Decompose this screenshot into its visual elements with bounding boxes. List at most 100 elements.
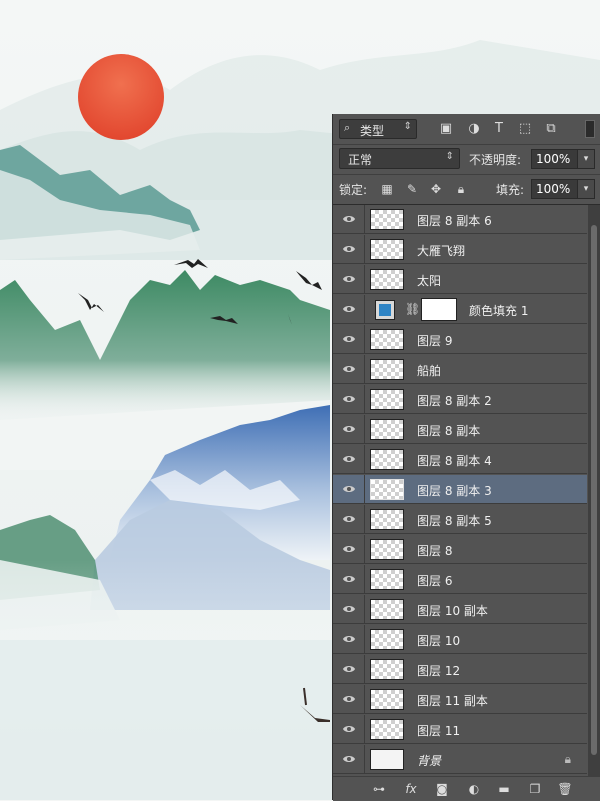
visibility-eye-icon[interactable] bbox=[333, 475, 365, 504]
layer-row[interactable]: 图层 11 bbox=[333, 715, 587, 744]
visibility-eye-icon[interactable] bbox=[333, 565, 365, 594]
trash-icon[interactable]: 🗑︎ bbox=[557, 781, 573, 797]
chevron-down-icon[interactable]: ▾ bbox=[577, 150, 594, 168]
layer-row[interactable]: 图层 10 bbox=[333, 625, 587, 654]
opacity-value: 100% bbox=[536, 152, 571, 166]
layer-name: 背景 bbox=[417, 754, 442, 768]
layer-mask-thumbnail[interactable] bbox=[421, 298, 457, 321]
visibility-eye-icon[interactable] bbox=[333, 655, 365, 684]
layer-name: 图层 9 bbox=[417, 334, 453, 348]
layer-thumbnail[interactable] bbox=[370, 569, 404, 590]
layer-row[interactable]: 图层 8 副本 5 bbox=[333, 505, 587, 534]
layer-thumbnail[interactable] bbox=[370, 479, 404, 500]
adjustment-filter-icon[interactable]: ◑ bbox=[466, 121, 482, 137]
layer-row[interactable]: 图层 10 副本 bbox=[333, 595, 587, 624]
new-layer-icon[interactable]: ❐ bbox=[527, 781, 543, 797]
layer-thumbnail[interactable] bbox=[370, 389, 404, 410]
visibility-eye-icon[interactable] bbox=[333, 355, 365, 384]
layer-name: 图层 10 bbox=[417, 634, 461, 648]
kind-filter-label: 类型 bbox=[360, 124, 385, 138]
layer-row[interactable]: 图层 8 副本 6 bbox=[333, 205, 587, 234]
visibility-eye-icon[interactable] bbox=[333, 505, 365, 534]
layer-row[interactable]: 图层 6 bbox=[333, 565, 587, 594]
layer-row[interactable]: 图层 11 副本 bbox=[333, 685, 587, 714]
layer-row[interactable]: 太阳 bbox=[333, 265, 587, 294]
layer-thumbnail[interactable] bbox=[370, 329, 404, 350]
fx-icon[interactable]: fx bbox=[403, 781, 419, 797]
visibility-eye-icon[interactable] bbox=[333, 385, 365, 414]
visibility-eye-icon[interactable] bbox=[333, 235, 365, 264]
visibility-eye-icon[interactable] bbox=[333, 205, 365, 234]
type-filter-icon[interactable]: T bbox=[491, 121, 507, 137]
visibility-eye-icon[interactable] bbox=[333, 625, 365, 654]
visibility-eye-icon[interactable] bbox=[333, 595, 365, 624]
fill-field[interactable]: 100% ▾ bbox=[531, 179, 595, 199]
layers-list: 图层 8 副本 6 大雁飞翔太阳 ⛓ 颜色填充 1 图层 9 船舶图层 8 副本 2 图层 … bbox=[333, 205, 587, 776]
visibility-eye-icon[interactable] bbox=[333, 295, 365, 324]
layer-thumbnail[interactable] bbox=[370, 599, 404, 620]
visibility-eye-icon[interactable] bbox=[333, 715, 365, 744]
lock-image-pixels-icon[interactable]: ✎ bbox=[404, 181, 420, 197]
layer-row[interactable]: 图层 8 副本 3 bbox=[333, 475, 587, 504]
layer-row[interactable]: 背景 🔒︎ bbox=[333, 745, 587, 774]
image-filter-icon[interactable]: ▣ bbox=[438, 121, 454, 137]
layer-row[interactable]: 图层 8 bbox=[333, 535, 587, 564]
layer-thumbnail[interactable] bbox=[370, 719, 404, 740]
layer-name: 大雁飞翔 bbox=[417, 244, 466, 258]
layer-thumbnail[interactable] bbox=[370, 509, 404, 530]
layer-row[interactable]: ⛓ 颜色填充 1 bbox=[333, 295, 587, 324]
layer-row[interactable]: 图层 9 bbox=[333, 325, 587, 354]
lock-all-icon[interactable]: 🔒︎ bbox=[453, 181, 469, 197]
layer-name: 图层 11 副本 bbox=[417, 694, 488, 708]
visibility-eye-icon[interactable] bbox=[333, 535, 365, 564]
layer-row[interactable]: 图层 12 bbox=[333, 655, 587, 684]
new-group-icon[interactable]: ▬ bbox=[496, 781, 512, 797]
adjustment-layer-icon[interactable]: ◐ bbox=[466, 781, 482, 797]
layer-name: 图层 8 bbox=[417, 544, 453, 558]
opacity-field[interactable]: 100% ▾ bbox=[531, 149, 595, 169]
lock-icon: 🔒︎ bbox=[564, 752, 571, 766]
smart-object-filter-icon[interactable]: ⧉ bbox=[543, 121, 559, 137]
layer-row[interactable]: 图层 8 副本 4 bbox=[333, 445, 587, 474]
layer-thumbnail[interactable] bbox=[370, 449, 404, 470]
layer-name: 太阳 bbox=[417, 274, 442, 288]
link-layers-icon[interactable]: ⊶ bbox=[371, 781, 387, 797]
visibility-eye-icon[interactable] bbox=[333, 745, 365, 774]
layer-thumbnail[interactable] bbox=[370, 269, 404, 290]
lock-transparent-pixels-icon[interactable]: ▦ bbox=[379, 181, 395, 197]
visibility-eye-icon[interactable] bbox=[333, 445, 365, 474]
layer-thumbnail[interactable] bbox=[370, 659, 404, 680]
layer-row[interactable]: 图层 8 副本 2 bbox=[333, 385, 587, 414]
link-icon[interactable]: ⛓ bbox=[405, 302, 420, 316]
layer-row[interactable]: 图层 8 副本 bbox=[333, 415, 587, 444]
layer-name: 图层 8 副本 2 bbox=[417, 394, 492, 408]
fill-value: 100% bbox=[536, 182, 571, 196]
kind-filter-select[interactable]: ⌕ 类型 ⇕ bbox=[339, 119, 417, 139]
fill-color-thumbnail[interactable] bbox=[375, 300, 395, 320]
layer-thumbnail[interactable] bbox=[370, 419, 404, 440]
layer-thumbnail[interactable] bbox=[370, 749, 404, 770]
layer-thumbnail[interactable] bbox=[370, 239, 404, 260]
scrollbar-thumb[interactable] bbox=[591, 225, 597, 755]
fill-color-swatch bbox=[379, 304, 391, 316]
visibility-eye-icon[interactable] bbox=[333, 325, 365, 354]
fill-label: 填充: bbox=[496, 183, 525, 197]
add-mask-icon[interactable]: ◙ bbox=[434, 781, 450, 797]
visibility-eye-icon[interactable] bbox=[333, 265, 365, 294]
filter-toggle-switch[interactable] bbox=[585, 120, 595, 138]
layer-thumbnail[interactable] bbox=[370, 209, 404, 230]
layer-row[interactable]: 船舶 bbox=[333, 355, 587, 384]
layer-thumbnail[interactable] bbox=[370, 539, 404, 560]
visibility-eye-icon[interactable] bbox=[333, 685, 365, 714]
chevron-down-icon[interactable]: ▾ bbox=[577, 180, 594, 198]
lock-position-icon[interactable]: ✥ bbox=[428, 181, 444, 197]
layer-thumbnail[interactable] bbox=[370, 689, 404, 710]
shape-filter-icon[interactable]: ⬚ bbox=[517, 121, 533, 137]
layer-row[interactable]: 大雁飞翔 bbox=[333, 235, 587, 264]
blend-mode-select[interactable]: 正常 ⇕ bbox=[339, 148, 460, 169]
layer-name: 图层 11 bbox=[417, 724, 461, 738]
layers-scrollbar[interactable] bbox=[588, 205, 600, 776]
visibility-eye-icon[interactable] bbox=[333, 415, 365, 444]
layer-thumbnail[interactable] bbox=[370, 629, 404, 650]
layer-thumbnail[interactable] bbox=[370, 359, 404, 380]
